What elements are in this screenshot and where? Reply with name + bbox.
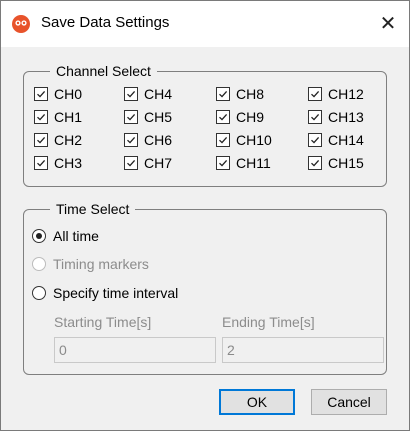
checkmark-icon (34, 156, 48, 170)
channel-label: CH2 (54, 132, 83, 148)
channel-checkbox-ch3[interactable]: CH3 (34, 155, 82, 171)
dialog-title: Save Data Settings (41, 14, 170, 31)
checkmark-icon (124, 156, 138, 170)
channel-label: CH8 (236, 86, 265, 102)
app-icon (11, 14, 31, 34)
close-icon[interactable]: ✕ (371, 7, 405, 39)
channel-label: CH15 (328, 155, 364, 171)
channel-checkbox-ch1[interactable]: CH1 (34, 109, 82, 125)
checkmark-icon (216, 87, 230, 101)
checkmark-icon (34, 133, 48, 147)
channel-label: CH3 (54, 155, 83, 171)
starting-time-label: Starting Time[s] (54, 314, 152, 330)
radio-label: All time (53, 228, 99, 244)
channel-label: CH11 (236, 155, 271, 171)
checkmark-icon (216, 110, 230, 124)
channel-label: CH0 (54, 86, 83, 102)
radio-all-time[interactable]: All time (32, 228, 99, 244)
save-data-settings-dialog: Save Data Settings ✕ Channel Select CH0 C… (0, 0, 410, 431)
channel-label: CH7 (144, 155, 173, 171)
channel-label: CH5 (144, 109, 173, 125)
checkmark-icon (124, 87, 138, 101)
title-bar: Save Data Settings ✕ (1, 1, 409, 47)
checkmark-icon (124, 110, 138, 124)
radio-circle (32, 257, 46, 271)
channel-checkbox-ch14[interactable]: CH14 (308, 132, 364, 148)
channel-label: CH4 (144, 86, 173, 102)
ok-button[interactable]: OK (219, 389, 295, 415)
channel-checkbox-ch7[interactable]: CH7 (124, 155, 172, 171)
channel-checkbox-ch9[interactable]: CH9 (216, 109, 264, 125)
channel-label: CH12 (328, 86, 364, 102)
channel-checkbox-ch0[interactable]: CH0 (34, 86, 82, 102)
channel-checkbox-ch13[interactable]: CH13 (308, 109, 364, 125)
channel-checkbox-ch6[interactable]: CH6 (124, 132, 172, 148)
channel-label: CH1 (54, 109, 83, 125)
checkmark-icon (34, 110, 48, 124)
time-select-group: Time Select All time Timing markers Spec… (23, 200, 387, 375)
channel-checkbox-ch10[interactable]: CH10 (216, 132, 272, 148)
channel-checkbox-ch12[interactable]: CH12 (308, 86, 364, 102)
channel-checkbox-ch8[interactable]: CH8 (216, 86, 264, 102)
ending-time-field[interactable] (222, 337, 384, 363)
checkmark-icon (124, 133, 138, 147)
checkmark-icon (216, 133, 230, 147)
channel-label: CH9 (236, 109, 265, 125)
channel-checkbox-ch15[interactable]: CH15 (308, 155, 364, 171)
checkmark-icon (308, 156, 322, 170)
checkmark-icon (308, 110, 322, 124)
time-select-title: Time Select (50, 200, 136, 218)
channel-select-group: Channel Select CH0 CH4 CH8 CH12 CH1 CH5 CH9 CH1… (23, 62, 387, 187)
radio-circle (32, 229, 46, 243)
radio-label: Timing markers (53, 256, 149, 272)
channel-checkbox-ch4[interactable]: CH4 (124, 86, 172, 102)
checkmark-icon (34, 87, 48, 101)
channel-label: CH14 (328, 132, 364, 148)
radio-timing-markers[interactable]: Timing markers (32, 256, 149, 272)
channel-label: CH10 (236, 132, 272, 148)
channel-select-title: Channel Select (50, 62, 157, 80)
starting-time-field[interactable] (54, 337, 216, 363)
channel-checkbox-ch5[interactable]: CH5 (124, 109, 172, 125)
channel-checkbox-ch2[interactable]: CH2 (34, 132, 82, 148)
radio-specify-interval[interactable]: Specify time interval (32, 285, 178, 301)
channel-checkbox-ch11[interactable]: CH11 (216, 155, 271, 171)
channel-label: CH13 (328, 109, 364, 125)
radio-label: Specify time interval (53, 285, 179, 301)
checkmark-icon (308, 133, 322, 147)
cancel-button[interactable]: Cancel (311, 389, 387, 415)
channel-label: CH6 (144, 132, 173, 148)
checkmark-icon (308, 87, 322, 101)
checkmark-icon (216, 156, 230, 170)
radio-circle (32, 286, 46, 300)
ending-time-label: Ending Time[s] (222, 314, 315, 330)
